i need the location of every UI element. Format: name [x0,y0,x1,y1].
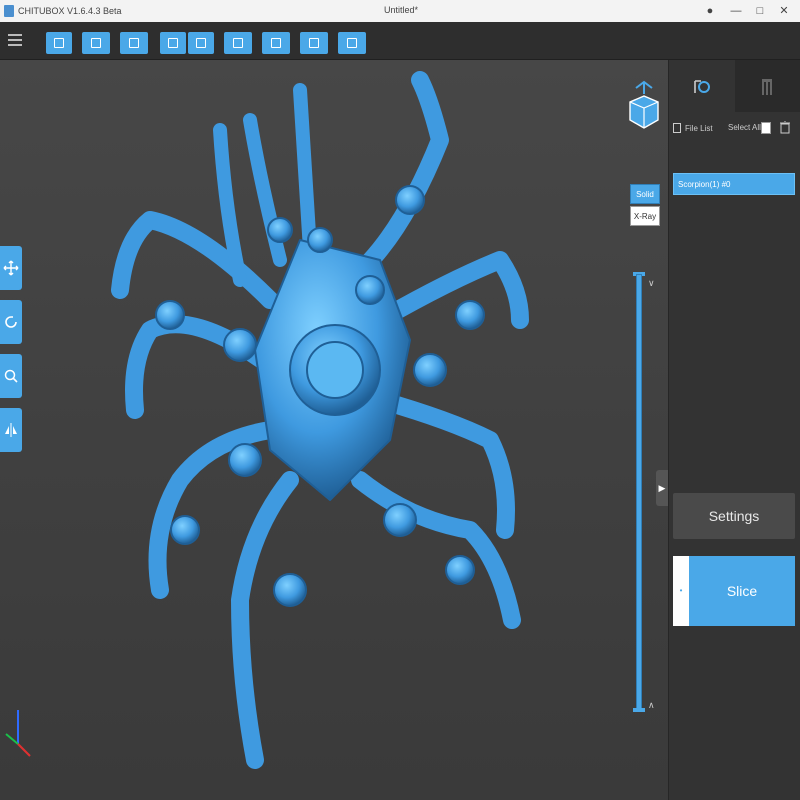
title-bar: CHITUBOX V1.6.4.3 Beta Untitled* ● — □ ✕ [0,0,800,22]
scale-icon[interactable] [0,354,22,398]
mirror-icon[interactable] [0,408,22,452]
delete-icon[interactable] [780,121,790,134]
save-icon[interactable] [82,32,110,54]
undo-icon[interactable] [120,32,148,54]
chevron-up-icon: ∧ [648,700,655,710]
document-title: Untitled* [384,5,419,15]
hollow-icon[interactable] [300,32,328,54]
layer-slider-bottom-handle[interactable] [633,708,645,712]
slice-button-group: • Slice [673,556,795,626]
toolbar [0,22,800,60]
paste-icon[interactable] [188,32,214,54]
copy-icon[interactable] [160,32,186,54]
scorpion-model[interactable] [0,60,668,800]
minimize-icon[interactable]: — [726,2,746,20]
user-icon[interactable]: ● [700,2,720,20]
file-icon [673,123,681,133]
file-list-header: File List Select All [669,112,800,144]
open-file-icon[interactable] [46,32,72,54]
support-tab-icon[interactable] [734,60,800,112]
panel-collapse-button[interactable]: ▶ [656,470,668,506]
settings-button[interactable]: Settings [673,493,795,539]
rotate-icon[interactable] [0,300,22,344]
model-tab-icon[interactable] [669,60,735,112]
3d-viewport[interactable]: Solid X-Ray ∨ ∧ ▶ [0,60,668,800]
chevron-down-icon: ∨ [648,278,655,288]
file-list-label: File List [685,123,713,133]
close-icon[interactable]: ✕ [774,2,794,20]
render-mode-toggle: Solid X-Ray [630,184,660,226]
slice-button[interactable]: Slice [689,556,795,626]
axis-gizmo-icon [5,710,31,757]
right-panel: File List Select All Scorpion(1) #0 Sett… [668,60,800,800]
export-icon[interactable] [338,32,366,54]
slice-options-button[interactable]: • [673,556,689,626]
app-logo-icon [4,5,14,17]
solid-mode-button[interactable]: Solid [630,184,660,204]
maximize-icon[interactable]: □ [750,2,770,20]
move-icon[interactable] [0,246,22,290]
select-all-label: Select All [728,123,761,132]
xray-mode-button[interactable]: X-Ray [630,206,660,226]
support-icon[interactable] [262,32,290,54]
file-list-item[interactable]: Scorpion(1) #0 [673,173,795,195]
view-cube-icon[interactable] [626,80,662,132]
app-name: CHITUBOX V1.6.4.3 Beta [18,6,122,16]
select-all-checkbox[interactable] [761,122,771,134]
layer-slider[interactable] [636,274,642,710]
menu-icon[interactable] [8,32,22,48]
auto-layout-icon[interactable] [224,32,252,54]
